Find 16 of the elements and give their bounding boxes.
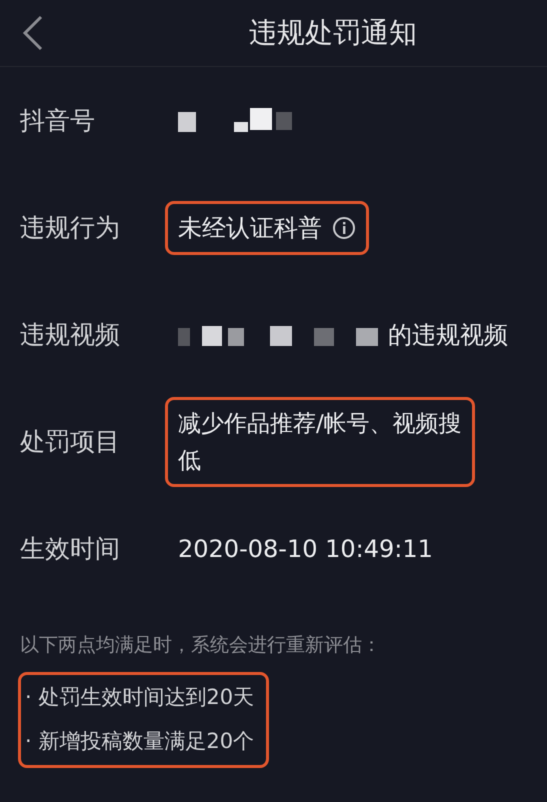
row-value: 的违规视频 xyxy=(388,320,508,350)
row-label: 生效时间 xyxy=(19,533,121,565)
note-text: 以下两点均满足时，系统会进行重新评估： xyxy=(19,633,382,658)
row-value-line: 减少作品推荐/帐号、视频搜 xyxy=(178,410,462,438)
row-value-line: 低 xyxy=(178,446,202,476)
row-value: 未经认证科普 xyxy=(178,212,322,244)
back-icon[interactable] xyxy=(22,15,44,51)
row-label: 违规视频 xyxy=(19,319,121,351)
note-bullet: · 处罚生效时间达到20天 xyxy=(25,684,254,711)
row-label: 违规行为 xyxy=(19,212,121,244)
row-value: 2020-08-10 10:49:11 xyxy=(178,534,433,562)
row-label: 抖音号 xyxy=(19,105,96,137)
info-icon[interactable] xyxy=(332,216,356,240)
page-title: 违规处罚通知 xyxy=(249,15,417,51)
note-bullet: · 新增投稿数量满足20个 xyxy=(25,728,254,755)
row-label: 处罚项目 xyxy=(19,426,121,458)
